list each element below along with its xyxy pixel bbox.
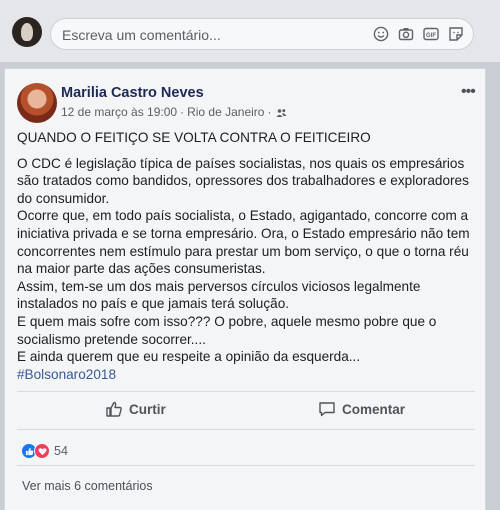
friends-icon[interactable] [276, 107, 287, 117]
post-body: QUANDO O FEITIÇO SE VOLTA CONTRA O FEITI… [17, 129, 477, 383]
more-icon[interactable]: ••• [461, 83, 476, 101]
comment-icon [319, 402, 335, 417]
hashtag-link[interactable]: #Bolsonaro2018 [17, 366, 477, 384]
thumbs-up-icon [106, 401, 122, 417]
post-date[interactable]: 12 de março às 19:00 [61, 105, 177, 119]
post-headline: QUANDO O FEITIÇO SE VOLTA CONTRA O FEITI… [17, 130, 371, 145]
current-user-avatar[interactable] [12, 17, 42, 47]
post-card: Marilia Castro Neves 12 de março às 19:0… [4, 68, 486, 510]
post-line: O CDC é legislação típica de países soci… [17, 155, 465, 171]
post-meta: 12 de março às 19:00 · Rio de Janeiro · [61, 105, 287, 119]
comment-input[interactable]: Escreva um comentário... GIF [50, 18, 474, 50]
sticker-icon[interactable] [448, 26, 464, 42]
post-line: Assim, tem-se um dos mais perversos círc… [17, 278, 421, 294]
reaction-summary[interactable]: 54 [21, 443, 68, 459]
comment-composer-bar: Escreva um comentário... GIF [0, 0, 500, 62]
gif-icon[interactable]: GIF [423, 26, 439, 42]
reaction-count: 54 [54, 444, 68, 458]
post-line: E quem mais sofre com isso??? O pobre, a… [17, 313, 437, 329]
post-line: são tratados como bandidos, opressores d… [17, 173, 469, 189]
post-line: socialismo pretende socorrer.... [17, 331, 206, 347]
post-line: Ocorre que, em todo país socialista, o E… [17, 208, 469, 224]
camera-icon[interactable] [398, 26, 414, 42]
svg-text:GIF: GIF [426, 33, 436, 39]
post-line: instalados no país e que jamais terá sol… [17, 296, 290, 312]
post-line: iniciativa privada e se torna empresário… [17, 225, 470, 241]
divider [17, 465, 475, 466]
view-more-comments-link[interactable]: Ver mais 6 comentários [22, 479, 153, 493]
post-location[interactable]: Rio de Janeiro [187, 105, 264, 119]
post-line: do consumidor. [17, 190, 110, 206]
author-name[interactable]: Marilia Castro Neves [61, 85, 204, 101]
like-label: Curtir [129, 401, 166, 417]
divider [17, 429, 475, 430]
post-line: na maior parte das ações consumeristas. [17, 261, 266, 277]
comment-placeholder: Escreva um comentário... [62, 27, 221, 43]
love-reaction-icon [34, 443, 50, 459]
post-line [17, 147, 477, 155]
post-line: concorrentes nem estímulo para prestar u… [17, 243, 469, 259]
meta-separator: · [180, 105, 185, 119]
divider [17, 391, 475, 392]
meta-separator: · [267, 105, 272, 119]
post-line: E ainda querem que eu respeite a opinião… [17, 349, 361, 365]
author-avatar[interactable] [17, 83, 57, 123]
smiley-icon[interactable] [373, 26, 389, 42]
comment-button[interactable]: Comentar [318, 400, 405, 418]
comment-label: Comentar [342, 401, 406, 417]
like-button[interactable]: Curtir [105, 400, 166, 418]
